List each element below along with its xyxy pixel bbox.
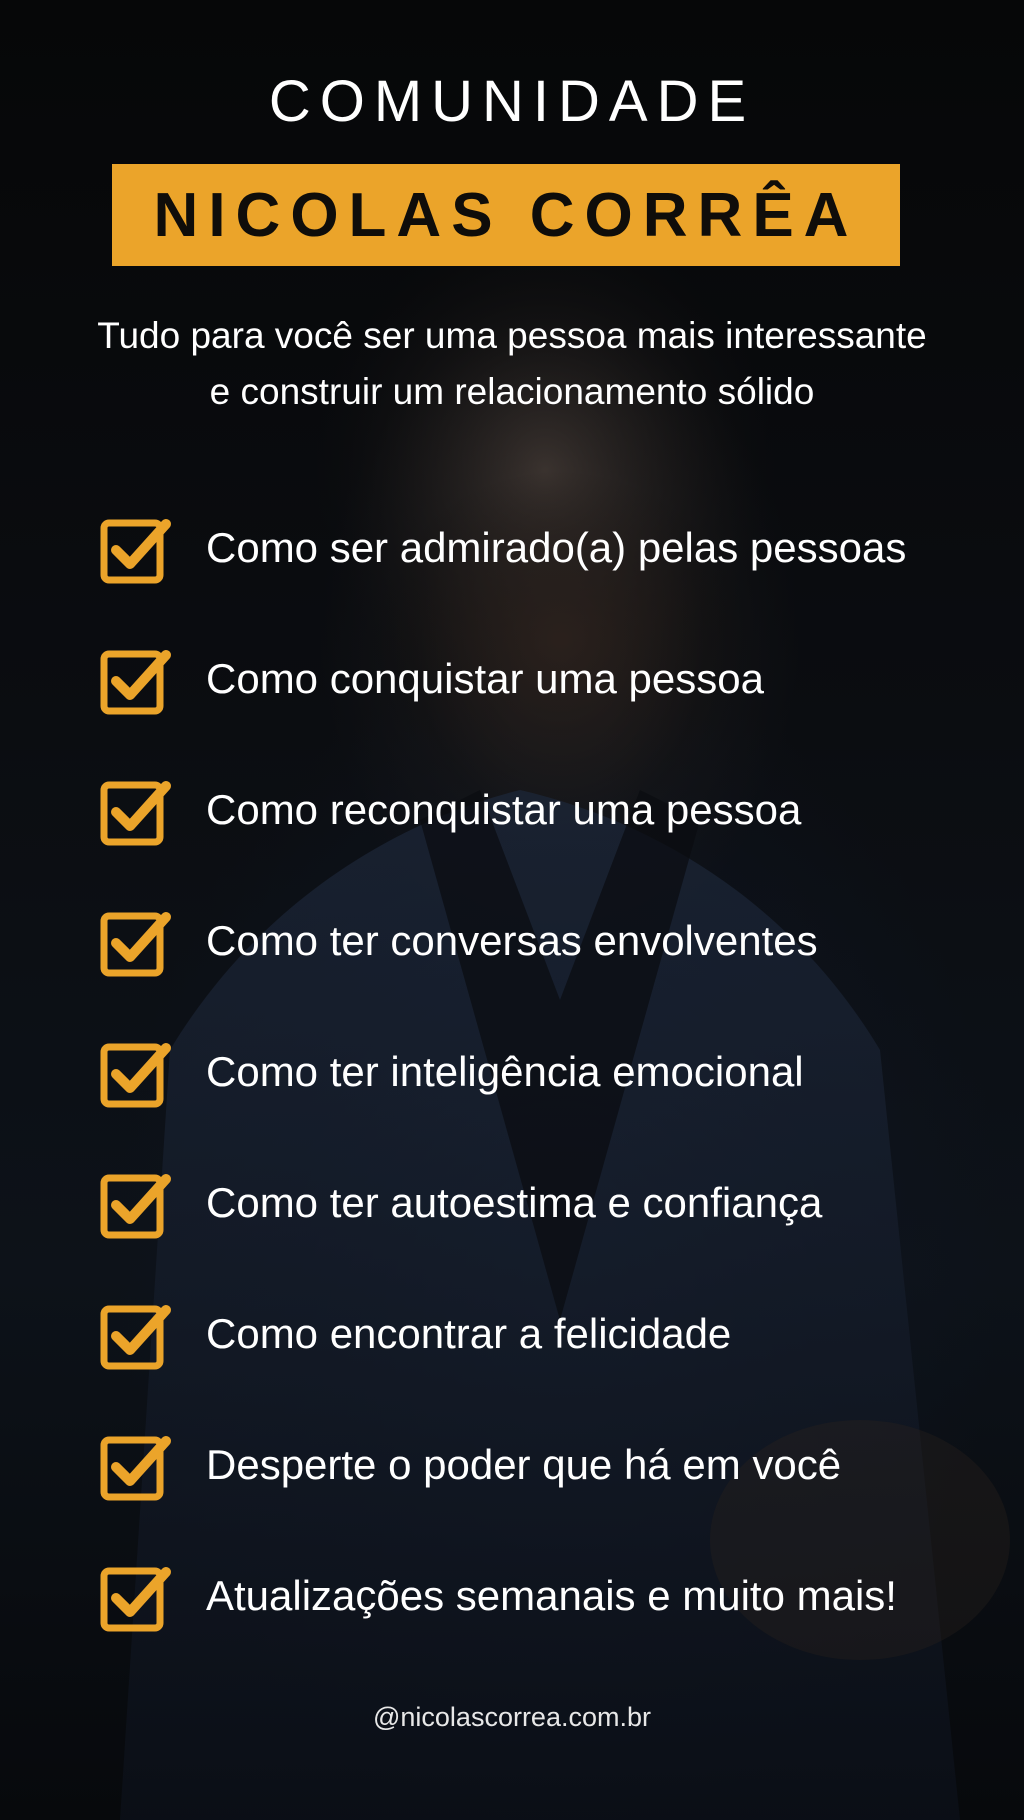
header-kicker: COMUNIDADE xyxy=(268,69,756,134)
benefit-list: Como ser admirado(a) pelas pessoas Como … xyxy=(100,512,1000,1691)
benefit-item: Como ter conversas envolventes xyxy=(100,905,1000,1036)
subtitle-line-1: Tudo para você ser uma pessoa mais inter… xyxy=(97,315,927,356)
checkbox-checked-icon xyxy=(100,650,171,715)
checkbox-checked-icon xyxy=(100,519,171,584)
checkbox-checked-icon xyxy=(100,1436,171,1501)
checkbox-checked-icon xyxy=(100,1305,171,1370)
benefit-label: Atualizações semanais e muito mais! xyxy=(206,1572,897,1619)
benefit-label: Como ter conversas envolventes xyxy=(206,917,818,964)
benefit-label: Como reconquistar uma pessoa xyxy=(206,786,802,833)
benefit-item: Como reconquistar uma pessoa xyxy=(100,774,1000,905)
benefit-label: Como conquistar uma pessoa xyxy=(206,655,764,702)
benefit-item: Como encontrar a felicidade xyxy=(100,1298,1000,1429)
subtitle-line-2: e construir um relacionamento sólido xyxy=(209,371,815,412)
subtitle: Tudo para você ser uma pessoa mais inter… xyxy=(40,308,984,420)
checkbox-checked-icon xyxy=(100,1174,171,1239)
brand-name: NICOLAS CORRÊA xyxy=(153,180,859,250)
footer-handle: @nicolascorrea.com.br xyxy=(372,1702,651,1732)
benefit-label: Desperte o poder que há em você xyxy=(206,1441,842,1488)
benefit-item: Desperte o poder que há em você xyxy=(100,1429,1000,1560)
checkbox-checked-icon xyxy=(100,781,171,846)
promo-poster: COMUNIDADE NICOLAS CORRÊA Tudo para você… xyxy=(0,0,1024,1820)
benefit-item: Como ter autoestima e confiança xyxy=(100,1167,1000,1298)
benefit-item: Como ser admirado(a) pelas pessoas xyxy=(100,512,1000,643)
benefit-label: Como encontrar a felicidade xyxy=(206,1310,732,1357)
benefit-item: Como ter inteligência emocional xyxy=(100,1036,1000,1167)
name-banner: NICOLAS CORRÊA xyxy=(112,164,900,266)
benefit-item: Atualizações semanais e muito mais! xyxy=(100,1560,1000,1691)
benefit-label: Como ter inteligência emocional xyxy=(206,1048,804,1095)
benefit-label: Como ser admirado(a) pelas pessoas xyxy=(206,524,907,571)
checkbox-checked-icon xyxy=(100,1043,171,1108)
checkbox-checked-icon xyxy=(100,912,171,977)
checkbox-checked-icon xyxy=(100,1567,171,1632)
benefit-label: Como ter autoestima e confiança xyxy=(206,1179,823,1226)
benefit-item: Como conquistar uma pessoa xyxy=(100,643,1000,774)
